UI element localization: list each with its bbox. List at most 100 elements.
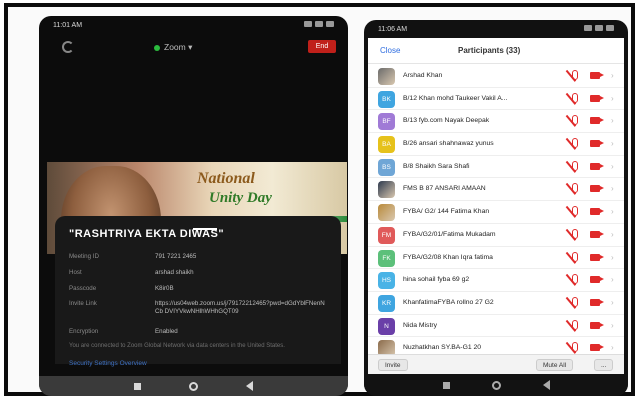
participant-avatar: HS [378,272,395,290]
participants-footer: Invite Mute All ... [368,354,624,374]
chevron-right-icon[interactable]: › [611,71,614,80]
participant-name: hina sohail fyba 69 g2 [403,276,470,284]
back-icon[interactable] [246,381,253,391]
chevron-right-icon[interactable]: › [611,207,614,216]
muted-mic-icon[interactable] [572,138,578,149]
participant-avatar: FK [378,249,395,267]
participant-row[interactable]: FMS B 87 ANSARI AMAAN › [368,178,624,202]
video-off-icon [590,208,604,216]
recents-icon[interactable] [442,381,450,389]
participant-avatar: BA [378,136,395,154]
chevron-right-icon[interactable]: › [611,162,614,171]
chevron-right-icon[interactable]: › [611,275,614,284]
participant-name: FYBA/G2/01/Fatima Mukadam [403,230,496,238]
chevron-right-icon[interactable]: › [611,321,614,330]
muted-mic-icon[interactable] [572,251,578,262]
phone-participants: 11:06 AM Close Participants (33) Arshad … [364,20,628,396]
info-row-encryption: Encryption Enabled [69,328,178,335]
muted-mic-icon[interactable] [572,228,578,239]
muted-mic-icon[interactable] [572,115,578,126]
participant-row[interactable]: FM FYBA/G2/01/Fatima Mukadam › [368,224,624,247]
participant-name: Arshad Khan [403,72,443,79]
chevron-right-icon[interactable]: › [611,343,614,352]
chevron-right-icon[interactable]: › [611,253,614,262]
chevron-right-icon[interactable]: › [611,116,614,125]
switch-camera-icon[interactable] [62,41,74,53]
muted-mic-icon[interactable] [572,296,578,307]
video-off-icon [590,185,604,193]
info-row-host: Host arshad shaikh [69,269,194,276]
invite-button[interactable]: Invite [378,359,408,371]
muted-mic-icon[interactable] [572,70,578,80]
video-off-icon [590,94,604,102]
status-bar: 11:01 AM [39,16,348,34]
participant-name: B/13 fyb.com Nayak Deepak [403,117,490,125]
zoom-header: Zoom ▾ End [39,38,348,60]
info-row-passcode: Passcode K8ir0B [69,285,174,292]
participant-name: KhanfatimaFYBA rollno 27 G2 [403,298,494,306]
participant-row[interactable]: FK FYBA/G2/08 Khan Iqra fatima › [368,247,624,270]
participant-row[interactable]: BF B/13 fyb.com Nayak Deepak › [368,110,624,134]
participant-name: B/26 ansari shahnawaz yunus [403,140,494,148]
chevron-right-icon[interactable]: › [611,94,614,103]
recents-icon[interactable] [134,382,141,390]
participant-avatar: FM [378,226,395,244]
participant-photo [378,204,395,222]
participant-name: FMS B 87 ANSARI AMAAN [403,185,486,193]
participant-avatar: BF [378,113,395,131]
video-off-icon [590,117,604,125]
muted-mic-icon[interactable] [572,160,578,171]
participants-list[interactable]: Arshad Khan › BK B/12 Khan mohd Taukeer Vak… [368,65,624,360]
phone-meeting-info: 11:01 AM Zoom ▾ End National Unity Day "… [39,16,348,396]
participant-row[interactable]: FYBA/ G2/ 144 Fatima Khan › [368,201,624,224]
participant-name: FYBA/ G2/ 144 Fatima Khan [403,208,490,216]
participant-name: FYBA/G2/08 Khan Iqra fatima [403,253,493,261]
connection-note: You are connected to Zoom Global Network… [69,343,285,349]
home-icon[interactable] [491,380,501,390]
android-nav-bar [364,374,628,396]
muted-mic-icon[interactable] [572,274,578,285]
home-icon[interactable] [189,381,198,391]
status-bar: 11:06 AM [364,20,628,38]
muted-mic-icon[interactable] [572,206,578,217]
chevron-right-icon[interactable]: › [611,184,614,193]
participant-row[interactable]: BS B/8 Shaikh Sara Shafi › [368,156,624,179]
muted-mic-icon[interactable] [572,183,578,194]
info-row-invite-link[interactable]: Invite Link https://us04web.zoom.us/j/791… [69,300,331,315]
participant-photo [378,68,395,85]
more-button[interactable]: ... [594,359,614,371]
participant-row[interactable]: BA B/26 ansari shahnawaz yunus › [368,133,624,156]
chevron-right-icon[interactable]: › [611,139,614,148]
chevron-right-icon[interactable]: › [611,230,614,239]
banner-line1: National [197,170,255,187]
security-settings-link[interactable]: Security Settings Overview [69,360,147,367]
video-off-icon [590,344,604,352]
participant-row[interactable]: N Nida Mistry › [368,315,624,338]
participant-name: B/12 Khan mohd Taukeer Vakil A... [403,94,508,102]
participant-name: Nuzhatkhan SY.BA-G1 20 [403,344,482,352]
end-button[interactable]: End [308,40,336,53]
android-nav-bar [39,376,348,396]
chevron-right-icon[interactable]: › [611,298,614,307]
participants-title: Participants (33) [458,46,521,55]
participant-row[interactable]: Arshad Khan › [368,65,624,88]
participant-row[interactable]: KR KhanfatimaFYBA rollno 27 G2 › [368,292,624,315]
participant-row[interactable]: BK B/12 Khan mohd Taukeer Vakil A... › [368,88,624,111]
participant-avatar: KR [378,294,395,312]
status-time: 11:06 AM [378,25,408,33]
participants-header: Close Participants (33) [368,38,624,64]
mute-all-button[interactable]: Mute All [536,359,574,371]
participant-photo [378,181,395,199]
back-icon[interactable] [542,380,550,390]
close-button[interactable]: Close [380,46,400,55]
participant-row[interactable]: HS hina sohail fyba 69 g2 › [368,269,624,292]
video-off-icon [590,276,604,284]
info-row-meeting-id: Meeting ID 791 7221 2465 [69,253,197,260]
muted-mic-icon[interactable] [572,319,578,330]
status-time: 11:01 AM [53,21,83,29]
secure-dot-icon [154,44,160,51]
video-off-icon [590,72,604,79]
zoom-app-label[interactable]: Zoom ▾ [154,42,192,53]
muted-mic-icon[interactable] [572,92,578,103]
muted-mic-icon[interactable] [572,342,578,353]
